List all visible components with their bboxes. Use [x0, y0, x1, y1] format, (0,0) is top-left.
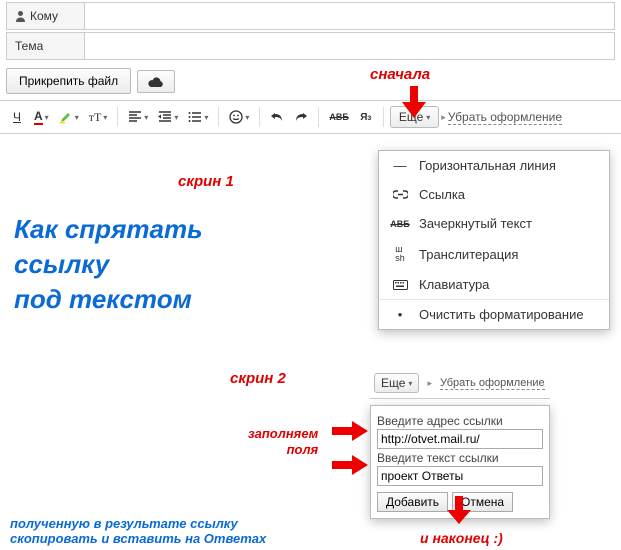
dd-link[interactable]: Ссылка: [379, 180, 609, 209]
translit-button[interactable]: Яз: [355, 105, 377, 129]
person-icon: [15, 10, 26, 22]
underline-button[interactable]: Ч: [6, 105, 28, 129]
cloud-icon: [148, 76, 164, 87]
hr-icon: —: [391, 158, 409, 173]
strike-icon: АВБ: [391, 219, 409, 229]
clear-formatting-link[interactable]: Убрать оформление: [448, 110, 562, 125]
separator: [318, 107, 319, 127]
subject-row: Тема: [6, 32, 615, 60]
ann-title-line3: под текстом: [14, 284, 192, 314]
indent-icon: [158, 111, 172, 123]
arrow-down-2-icon: [446, 496, 472, 526]
subject-input[interactable]: [91, 37, 608, 55]
panel2-toolbar: Еще ▾ ▸ Убрать оформление: [370, 370, 550, 399]
list-icon: [188, 111, 202, 123]
ann-first: сначала: [370, 66, 430, 83]
ann-screen1: скрин 1: [178, 173, 234, 190]
indent-button[interactable]: ▾: [154, 105, 182, 129]
dd-translit-label: Транслитерация: [419, 247, 518, 262]
separator: [117, 107, 118, 127]
link-icon: [391, 190, 409, 199]
ann-title-line1: Как спрятать: [14, 214, 203, 244]
url-input[interactable]: [377, 429, 543, 449]
clear-icon: •: [391, 307, 409, 322]
text-color-icon: A: [34, 109, 43, 125]
add-button[interactable]: Добавить: [377, 492, 448, 512]
editor-toolbar: Ч A▾ ▾ тТ▾ ▾ ▾ ▾ ▾: [0, 100, 621, 134]
ann-title-line2: ссылку: [14, 249, 109, 279]
separator: [218, 107, 219, 127]
translit-icon: шsh: [391, 245, 409, 263]
to-input-wrap: [85, 3, 614, 29]
to-label-text: Кому: [30, 9, 58, 23]
arrow-right-2-icon: [332, 454, 370, 476]
ann-result: полученную в результате ссылку скопирова…: [10, 516, 310, 546]
text-color-button[interactable]: A▾: [30, 105, 53, 129]
panel2-more-button[interactable]: Еще ▾: [374, 373, 419, 393]
align-icon: [128, 111, 142, 123]
list-button[interactable]: ▾: [184, 105, 212, 129]
redo-button[interactable]: [290, 105, 312, 129]
highlight-button[interactable]: ▾: [55, 105, 83, 129]
align-button[interactable]: ▾: [124, 105, 152, 129]
redo-icon: [294, 111, 308, 123]
emoji-button[interactable]: ▾: [225, 105, 253, 129]
keyboard-icon: [391, 280, 409, 290]
subject-label: Тема: [7, 33, 85, 59]
arrow-right-1-icon: [332, 420, 370, 442]
subject-label-text: Тема: [15, 39, 43, 53]
ann-fill: заполняемполя: [248, 426, 318, 457]
subject-input-wrap: [85, 33, 614, 59]
font-size-button[interactable]: тТ▾: [85, 105, 112, 129]
dd-keyboard-label: Клавиатура: [419, 277, 489, 292]
dd-hr-label: Горизонтальная линия: [419, 158, 556, 173]
ann-screen2: скрин 2: [230, 370, 286, 387]
arrow-down-icon: [400, 86, 428, 120]
more-dropdown: — Горизонтальная линия Ссылка АВБ Зачерк…: [378, 150, 610, 330]
dd-translit[interactable]: шsh Транслитерация: [379, 238, 609, 270]
undo-icon: [270, 111, 284, 123]
text-input[interactable]: [377, 466, 543, 486]
dd-clear[interactable]: • Очистить форматирование: [379, 299, 609, 329]
dd-strike-label: Зачеркнутый текст: [419, 216, 532, 231]
dd-keyboard[interactable]: Клавиатура: [379, 270, 609, 299]
ann-finally: и наконец :): [420, 530, 503, 546]
undo-button[interactable]: [266, 105, 288, 129]
to-row: Кому: [6, 2, 615, 30]
font-size-icon: тТ: [89, 110, 102, 125]
attach-bar: Прикрепить файл: [6, 68, 615, 94]
to-label: Кому: [7, 3, 85, 29]
emoji-icon: [229, 110, 243, 124]
to-input[interactable]: [91, 7, 608, 25]
dd-strike[interactable]: АВБ Зачеркнутый текст: [379, 209, 609, 238]
dd-hr[interactable]: — Горизонтальная линия: [379, 151, 609, 180]
highlight-icon: [59, 110, 73, 124]
separator: [383, 107, 384, 127]
attach-file-button[interactable]: Прикрепить файл: [6, 68, 131, 94]
text-label: Введите текст ссылки: [377, 451, 543, 465]
cloud-button[interactable]: [137, 70, 175, 93]
dd-clear-label: Очистить форматирование: [419, 307, 584, 322]
strike-button[interactable]: АВБ: [325, 105, 352, 129]
url-label: Введите адрес ссылки: [377, 414, 543, 428]
panel2-more-label: Еще: [381, 376, 405, 390]
dd-link-label: Ссылка: [419, 187, 465, 202]
panel2-clear-link[interactable]: Убрать оформление: [440, 377, 545, 390]
separator: [259, 107, 260, 127]
ann-title: Как спрятать ссылку под текстом: [14, 212, 203, 317]
